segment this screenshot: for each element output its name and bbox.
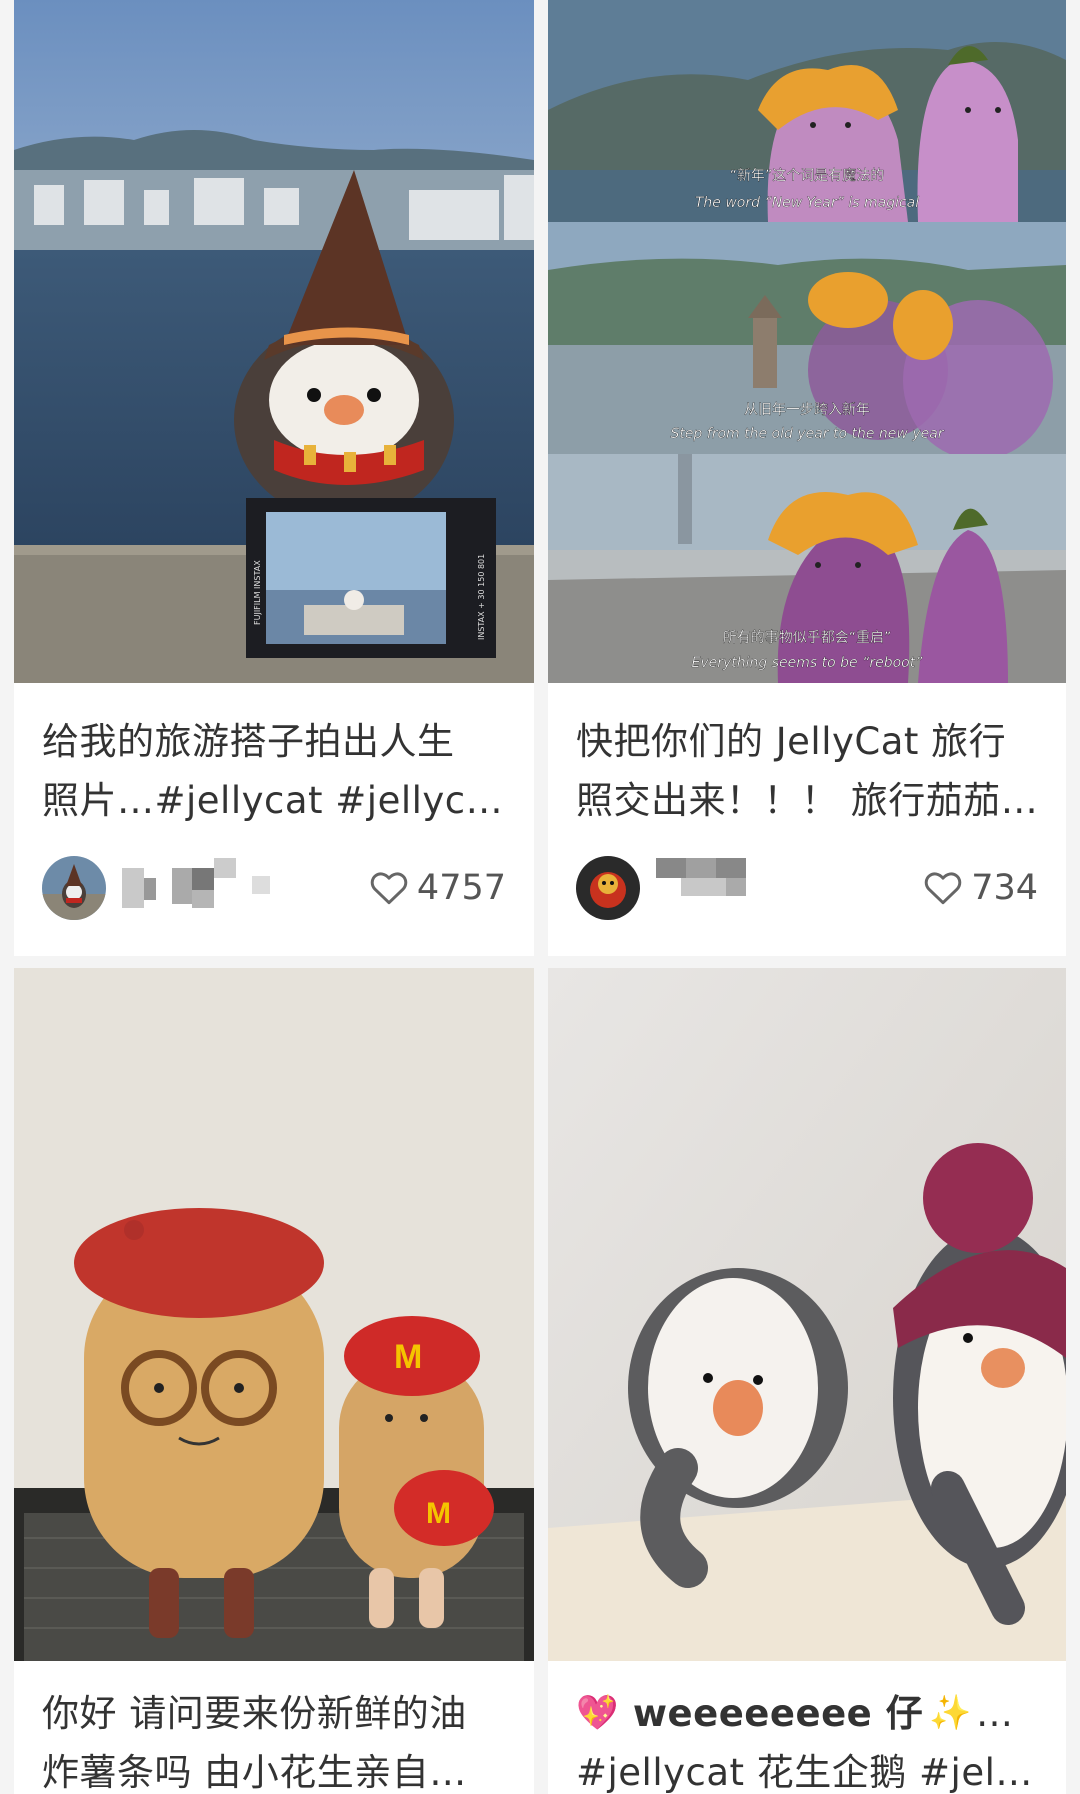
card-1-title-line2: 照片…#jellycat #jellyca… bbox=[42, 779, 510, 822]
polaroid-brand-text: FUJIFILM INSTAX bbox=[253, 560, 262, 625]
card-1-like-button[interactable]: 4757 bbox=[369, 864, 506, 912]
heart-outline-icon bbox=[924, 872, 962, 905]
card-1-title[interactable]: 给我的旅游搭子拍出人生 照片…#jellycat #jellyca… bbox=[42, 712, 510, 830]
svg-text:M: M bbox=[426, 1497, 451, 1530]
card-4-title-line2: #jellycat 花生企鹅 #jelly… bbox=[576, 1751, 1042, 1794]
card-2-username-blurred[interactable] bbox=[656, 858, 836, 918]
card-1-author-row: 4757 bbox=[42, 856, 506, 920]
heart-outline-icon bbox=[370, 872, 408, 905]
subtitle-1-cn: “新年”这个词是有魔法的 bbox=[730, 167, 885, 184]
fries-plush-photo: M M bbox=[14, 968, 534, 1661]
sparkling-heart-icon: 💖 bbox=[576, 1693, 619, 1733]
card-2-like-button[interactable]: 734 bbox=[923, 864, 1038, 912]
subtitle-2-cn: 从旧年一步跨入新年 bbox=[744, 402, 870, 418]
card-2-author-row: 734 bbox=[576, 856, 1038, 920]
avatar-image bbox=[42, 856, 106, 920]
penguin-travel-photo: FUJIFILM INSTAX INSTAX + 30 150 801 bbox=[14, 0, 534, 683]
card-4-title-line1: 💖 weeeeeeee 仔 ✨ … bbox=[576, 1684, 1042, 1743]
card-2-title-line1: 快把你们的 JellyCat 旅行 bbox=[576, 720, 1007, 763]
penguin-plush-photo bbox=[548, 968, 1066, 1661]
card-2-title[interactable]: 快把你们的 JellyCat 旅行 照交出来！！！ 旅行茄茄… bbox=[576, 712, 1042, 830]
card-1-avatar[interactable] bbox=[42, 856, 106, 920]
card-1-title-line1: 给我的旅游搭子拍出人生 bbox=[42, 720, 455, 763]
feed-card-4[interactable]: 💖 weeeeeeee 仔 ✨ … #jellycat 花生企鹅 #jelly… bbox=[548, 968, 1066, 1794]
card-1-like-count: 4757 bbox=[416, 868, 506, 908]
card-4-title-ellipsis: … bbox=[976, 1692, 1014, 1735]
card-3-title-line2: 炸薯条吗 由小花生亲自… bbox=[42, 1751, 467, 1794]
card-1-username-blurred[interactable] bbox=[122, 858, 302, 918]
card-3-title[interactable]: 你好 请问要来份新鲜的油 炸薯条吗 由小花生亲自… bbox=[42, 1684, 510, 1794]
card-4-photo[interactable] bbox=[548, 968, 1066, 1661]
feed-card-1[interactable]: FUJIFILM INSTAX INSTAX + 30 150 801 给我的旅… bbox=[14, 0, 534, 956]
card-2-like-count: 734 bbox=[971, 868, 1038, 908]
card-1-photo[interactable]: FUJIFILM INSTAX INSTAX + 30 150 801 bbox=[14, 0, 534, 683]
svg-text:M: M bbox=[394, 1338, 422, 1376]
feed-card-3[interactable]: M M 你好 请问要来份新鲜的油 炸薯条吗 由小花生亲自… bbox=[14, 968, 534, 1794]
subtitle-1-en: The word “New Year” is magical bbox=[695, 195, 919, 211]
subtitle-3-en: Everything seems to be “reboot” bbox=[692, 655, 924, 671]
card-4-title-text: weeeeeeee 仔 bbox=[632, 1692, 924, 1735]
avatar-image bbox=[576, 856, 640, 920]
subtitle-2-en: Step from the old year to the new year bbox=[670, 426, 944, 442]
subtitle-3-cn: 所有的事物似乎都会“重启” bbox=[723, 630, 892, 646]
sparkles-icon: ✨ bbox=[929, 1693, 973, 1733]
card-2-title-line2: 照交出来！！！ 旅行茄茄… bbox=[576, 779, 1039, 822]
card-3-title-line1: 你好 请问要来份新鲜的油 bbox=[42, 1692, 467, 1735]
card-2-photo[interactable]: “新年”这个词是有魔法的 The word “New Year” is magi… bbox=[548, 0, 1066, 683]
eggplant-travel-collage: “新年”这个词是有魔法的 The word “New Year” is magi… bbox=[548, 0, 1066, 683]
feed-card-2[interactable]: “新年”这个词是有魔法的 The word “New Year” is magi… bbox=[548, 0, 1066, 956]
card-3-photo[interactable]: M M bbox=[14, 968, 534, 1661]
card-4-title[interactable]: 💖 weeeeeeee 仔 ✨ … #jellycat 花生企鹅 #jelly… bbox=[576, 1684, 1042, 1794]
polaroid-model-text: INSTAX + 30 150 801 bbox=[477, 554, 486, 640]
card-2-avatar[interactable] bbox=[576, 856, 640, 920]
